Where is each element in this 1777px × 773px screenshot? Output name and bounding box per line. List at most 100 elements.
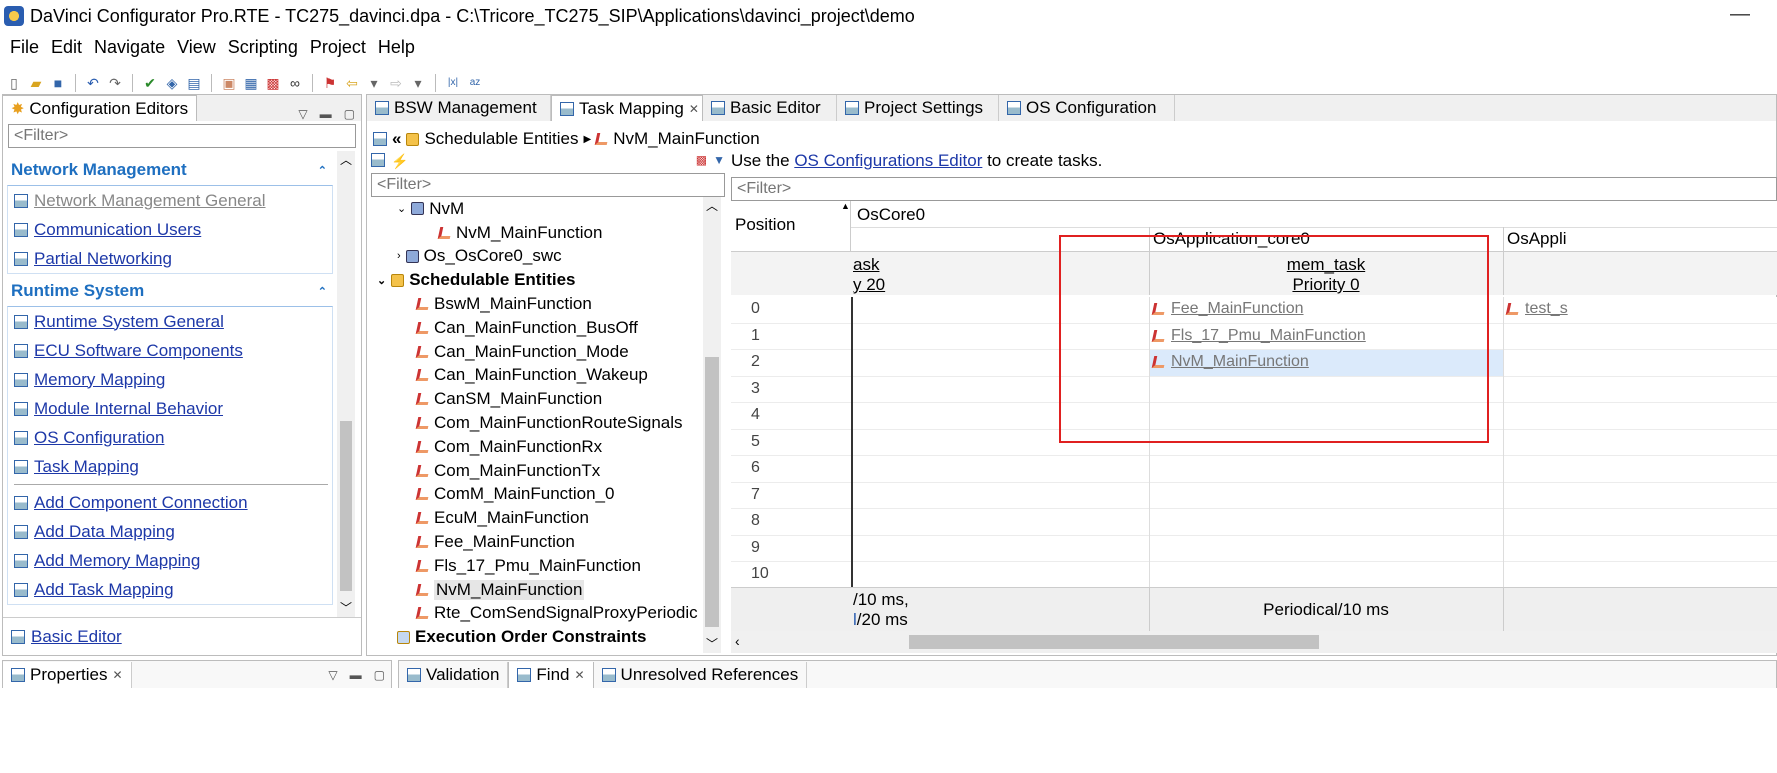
scroll-up-icon[interactable]: ︿ <box>703 197 721 215</box>
link-runtime-system-general[interactable]: Runtime System General <box>34 312 224 332</box>
scroll-left-icon[interactable]: ‹ <box>735 633 740 649</box>
chevron-right-icon[interactable]: › <box>397 250 401 262</box>
tree-entity-item[interactable]: CanSM_MainFunction <box>371 387 701 411</box>
hex-icon[interactable]: |x| <box>445 75 461 91</box>
list-item[interactable]: Add Memory Mapping <box>8 546 332 575</box>
os-configurations-editor-link[interactable]: OS Configurations Editor <box>794 151 982 170</box>
list-item[interactable]: Partial Networking <box>8 244 332 273</box>
left-scrollbar[interactable]: ︿ ﹀ <box>337 151 355 617</box>
forward-icon[interactable]: ⇨ <box>388 75 404 91</box>
chevron-down-icon[interactable]: ▾ <box>366 75 382 91</box>
scroll-thumb[interactable] <box>705 357 719 627</box>
view-menu-icon[interactable]: ▽ <box>292 107 313 121</box>
scroll-up-icon[interactable]: ︿ <box>337 151 355 169</box>
breadcrumb-root[interactable]: Schedulable Entities <box>424 129 578 149</box>
tree-entity-item[interactable]: NvM_MainFunction <box>371 578 701 602</box>
link-task-mapping[interactable]: Task Mapping <box>34 457 139 477</box>
list-item[interactable]: Memory Mapping <box>8 365 332 394</box>
tab-unresolved-references[interactable]: Unresolved References <box>594 661 808 688</box>
view-menu-icon[interactable]: ▽ <box>322 668 343 682</box>
mapping-icon[interactable]: ▩ <box>696 153 707 171</box>
tree-entity-item[interactable]: EcuM_MainFunction <box>371 506 701 530</box>
tab-find[interactable]: Find ✕ <box>508 661 594 688</box>
list-item[interactable]: Communication Users <box>8 215 332 244</box>
link-partial-networking[interactable]: Partial Networking <box>34 249 172 269</box>
tree-node-os-swc[interactable]: › Os_OsCore0_swc <box>371 245 701 269</box>
maximize-icon[interactable]: ▢ <box>368 668 391 682</box>
list-item[interactable]: Module Internal Behavior <box>8 394 332 423</box>
editor-icon[interactable]: ▣ <box>221 75 237 91</box>
minimize-icon[interactable]: ▬ <box>344 668 368 682</box>
tab-configuration-editors[interactable]: ✸ Configuration Editors <box>3 95 198 121</box>
menu-project[interactable]: Project <box>304 37 372 58</box>
collapse-icon[interactable]: ⌃ <box>318 285 327 298</box>
table-row[interactable]: 6 <box>731 456 1777 483</box>
chevron-left-icon[interactable]: « <box>392 129 401 149</box>
layout-icon[interactable] <box>373 132 387 146</box>
chevron-down-icon[interactable]: ▾ <box>410 75 426 91</box>
section-runtime-system[interactable]: Runtime System ⌃ <box>7 278 333 304</box>
filter-icon[interactable]: ▼ <box>713 153 725 171</box>
tree-entity-item[interactable]: Fee_MainFunction <box>371 530 701 554</box>
left-filter-input[interactable] <box>8 124 356 148</box>
list-item[interactable]: Add Task Mapping <box>8 575 332 604</box>
redo-icon[interactable]: ↷ <box>107 75 123 91</box>
settings-icon[interactable]: ▤ <box>186 75 202 91</box>
grid-filter-input[interactable] <box>731 177 1777 201</box>
list-item[interactable]: Add Data Mapping <box>8 517 332 546</box>
close-icon[interactable]: ✕ <box>112 668 122 682</box>
menu-view[interactable]: View <box>171 37 222 58</box>
tree-entity-item[interactable]: Can_MainFunction_BusOff <box>371 316 701 340</box>
scroll-down-icon[interactable]: ﹀ <box>337 599 355 617</box>
scroll-thumb[interactable] <box>340 421 352 591</box>
tab-bsw-management[interactable]: BSW Management <box>367 95 551 121</box>
back-icon[interactable]: ⇦ <box>344 75 360 91</box>
scroll-down-icon[interactable]: ﹀ <box>703 635 721 653</box>
menu-edit[interactable]: Edit <box>45 37 88 58</box>
list-item[interactable]: Runtime System General <box>8 307 332 336</box>
link-add-memory-mapping[interactable]: Add Memory Mapping <box>34 551 200 571</box>
tree-scrollbar[interactable]: ︿ ﹀ <box>703 197 721 653</box>
tree-node-nvm[interactable]: ⌄ NvM <box>371 197 701 221</box>
tree-entity-item[interactable]: Rte_ComSendSignalProxyPeriodic <box>371 602 701 626</box>
link-network-management-general[interactable]: Network Management General <box>34 191 266 211</box>
tree-entity-item[interactable]: Com_MainFunctionRouteSignals <box>371 411 701 435</box>
table-row[interactable]: 9 <box>731 536 1777 562</box>
tree-filter-input[interactable] <box>371 173 725 197</box>
save-icon[interactable]: ■ <box>50 75 66 91</box>
section-network-management[interactable]: Network Management ⌃ <box>7 157 333 183</box>
tree-entity-item[interactable]: Can_MainFunction_Wakeup <box>371 364 701 388</box>
chevron-down-icon[interactable]: ⌄ <box>397 202 406 215</box>
lightning-icon[interactable]: ⚡ <box>391 153 408 171</box>
grid-horizontal-scrollbar[interactable]: ‹ <box>731 631 1777 653</box>
binoculars-icon[interactable]: ∞ <box>287 75 303 91</box>
generate-icon[interactable]: ◈ <box>164 75 180 91</box>
link-basic-editor[interactable]: Basic Editor <box>31 627 122 647</box>
tree-entity-item[interactable]: BswM_MainFunction <box>371 292 701 316</box>
link-add-component-connection[interactable]: Add Component Connection <box>34 493 248 513</box>
mapping-icon[interactable]: ▩ <box>265 75 281 91</box>
tree-entity-item[interactable]: Com_MainFunctionRx <box>371 435 701 459</box>
link-add-task-mapping[interactable]: Add Task Mapping <box>34 580 174 600</box>
list-item[interactable]: OS Configuration <box>8 423 332 452</box>
close-icon[interactable]: ✕ <box>574 668 584 682</box>
table-row[interactable]: 7 <box>731 483 1777 509</box>
scroll-thumb[interactable] <box>909 635 1319 649</box>
minimize-icon[interactable]: ▬ <box>314 107 338 121</box>
new-file-icon[interactable]: ▯ <box>6 75 22 91</box>
table-icon[interactable]: ▦ <box>243 75 259 91</box>
menu-scripting[interactable]: Scripting <box>222 37 304 58</box>
layout-icon[interactable] <box>371 153 385 167</box>
link-os-configuration[interactable]: OS Configuration <box>34 428 164 448</box>
tab-properties[interactable]: Properties ✕ <box>3 661 132 688</box>
list-item[interactable]: Task Mapping <box>8 452 332 481</box>
sort-icon[interactable]: az <box>467 75 483 91</box>
tab-validation[interactable]: Validation <box>399 661 509 688</box>
tab-task-mapping[interactable]: Task Mapping ✕ <box>551 95 703 121</box>
tree-node-execution-order-constraints[interactable]: Execution Order Constraints <box>371 625 701 649</box>
table-row[interactable]: 8 <box>731 509 1777 536</box>
mapped-function-cell[interactable]: test_s <box>1505 300 1568 318</box>
close-icon[interactable]: ✕ <box>689 102 699 116</box>
tab-basic-editor[interactable]: Basic Editor <box>703 95 837 121</box>
undo-icon[interactable]: ↶ <box>85 75 101 91</box>
